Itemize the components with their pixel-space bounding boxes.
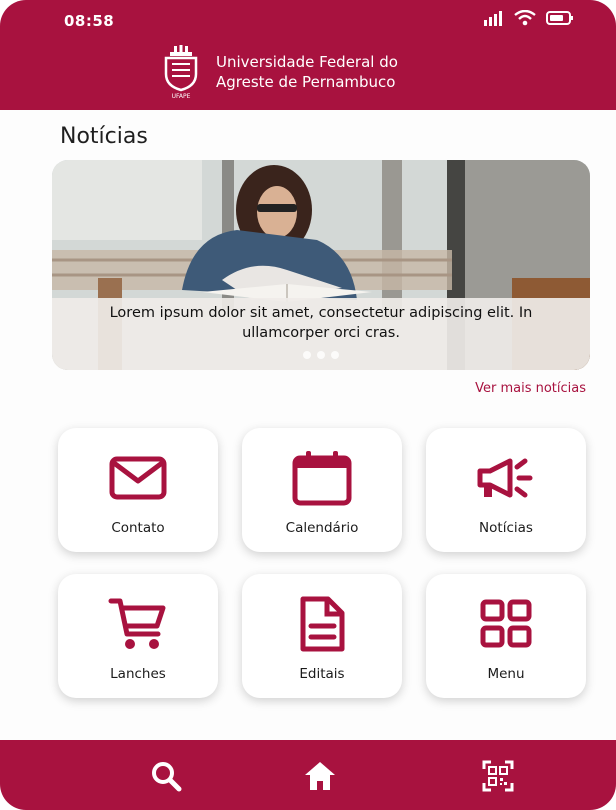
carousel-dot[interactable]	[303, 351, 311, 359]
tile-label: Notícias	[479, 520, 533, 536]
tile-calendario[interactable]: Calendário	[242, 428, 402, 552]
nav-home-button[interactable]	[300, 756, 340, 796]
see-more-news-link[interactable]: Ver mais notícias	[475, 381, 586, 396]
university-name: Universidade Federal do Agreste de Perna…	[216, 52, 398, 92]
document-icon	[300, 596, 345, 652]
signal-icon	[484, 11, 502, 26]
megaphone-icon	[477, 458, 533, 498]
carousel-dot[interactable]	[317, 351, 325, 359]
mail-icon	[109, 456, 167, 500]
news-section-title: Notícias	[60, 124, 148, 149]
calendar-icon	[292, 451, 352, 506]
search-icon	[152, 762, 182, 792]
carousel-dot[interactable]	[331, 351, 339, 359]
app-header: 08:58 UFAPE Universidade Federal do Agre…	[0, 0, 616, 110]
university-name-line2: Agreste de Pernambuco	[216, 73, 396, 91]
battery-icon	[546, 11, 573, 25]
logo-text: UFAPE	[172, 93, 191, 100]
carousel-caption: Lorem ipsum dolor sit amet, consectetur …	[109, 305, 533, 341]
grid-icon	[480, 599, 532, 648]
tile-label: Calendário	[285, 520, 359, 536]
tile-label: Contato	[111, 520, 165, 536]
home-icon	[305, 762, 335, 790]
tile-label: Lanches	[110, 666, 166, 682]
nav-qr-button[interactable]	[478, 756, 518, 796]
status-icons	[484, 10, 574, 26]
tile-contato[interactable]: Contato	[58, 428, 218, 552]
bottom-navigation	[0, 740, 616, 810]
university-name-line1: Universidade Federal do	[216, 53, 398, 71]
tile-label: Editais	[299, 666, 345, 682]
news-carousel[interactable]: Lorem ipsum dolor sit amet, consectetur …	[52, 160, 590, 370]
tile-editais[interactable]: Editais	[242, 574, 402, 698]
tile-noticias[interactable]: Notícias	[426, 428, 586, 552]
carousel-indicators	[52, 351, 590, 359]
university-logo-icon: UFAPE	[164, 45, 198, 100]
tile-menu[interactable]: Menu	[426, 574, 586, 698]
nav-search-button[interactable]	[146, 756, 186, 796]
tile-label: Menu	[487, 666, 525, 682]
tile-lanches[interactable]: Lanches	[58, 574, 218, 698]
university-brand: UFAPE Universidade Federal do Agreste de…	[158, 44, 398, 100]
status-time: 08:58	[64, 12, 115, 30]
wifi-icon	[514, 10, 536, 26]
qr-code-icon	[482, 760, 514, 792]
cart-icon	[108, 598, 166, 649]
app-screen: 08:58 UFAPE Universidade Federal do Agre…	[0, 0, 616, 810]
